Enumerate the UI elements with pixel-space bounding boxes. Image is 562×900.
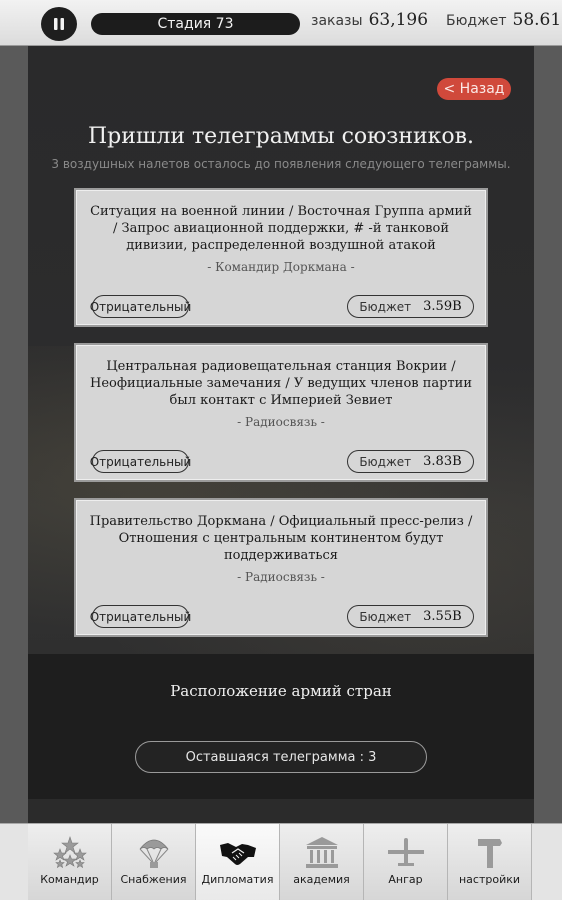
reject-button[interactable]: Отрицательный bbox=[89, 605, 192, 628]
budget-value: 58.61B bbox=[512, 10, 562, 30]
telegram-message: Правительство Доркмана / Официальный пре… bbox=[89, 514, 473, 563]
budget-button-amount: 3.55B bbox=[423, 609, 462, 624]
stage-label: Стадия 73 bbox=[157, 16, 234, 32]
reject-button[interactable]: Отрицательный bbox=[89, 295, 192, 318]
remaining-telegrams-indicator: Оставшаяся телеграмма : 3 bbox=[135, 741, 427, 773]
diplomacy-panel: < Назад Пришли телеграммы союзников. 3 в… bbox=[28, 46, 534, 823]
army-positions-title: Расположение армий стран bbox=[170, 682, 392, 700]
telegram-text: Ситуация на военной линии / Восточная Гр… bbox=[86, 203, 476, 276]
airplane-icon bbox=[387, 838, 424, 866]
nav-tab-hangar[interactable]: Ангар bbox=[364, 824, 448, 900]
telegram-card: Правительство Доркмана / Официальный пре… bbox=[74, 498, 488, 637]
resource-stats: заказы 63,196 Бюджет 58.61B bbox=[311, 10, 562, 36]
orders-label: заказы bbox=[311, 13, 363, 29]
telegram-text: Правительство Доркмана / Официальный пре… bbox=[86, 513, 476, 586]
reject-button[interactable]: Отрицательный bbox=[89, 450, 192, 473]
back-label: < Назад bbox=[443, 81, 505, 97]
orders-value: 63,196 bbox=[368, 10, 429, 30]
nav-tab-commander[interactable]: Командир bbox=[28, 824, 112, 900]
pause-button[interactable] bbox=[41, 7, 77, 41]
telegram-card: Ситуация на военной линии / Восточная Гр… bbox=[74, 188, 488, 327]
stars-icon bbox=[52, 836, 87, 869]
army-positions-section: Расположение армий стран Оставшаяся теле… bbox=[28, 654, 534, 799]
back-button[interactable]: < Назад bbox=[437, 78, 511, 100]
telegram-message: Ситуация на военной линии / Восточная Гр… bbox=[90, 204, 472, 253]
budget-label: Бюджет bbox=[446, 13, 507, 29]
nav-label: академия bbox=[293, 873, 350, 886]
budget-button-label: Бюджет bbox=[359, 609, 412, 624]
nav-tab-diplomacy[interactable]: Дипломатия bbox=[196, 824, 280, 900]
top-status-bar: Стадия 73 заказы 63,196 Бюджет 58.61B bbox=[0, 0, 562, 46]
page-subtitle: 3 воздушных налетов осталось до появлени… bbox=[51, 157, 511, 171]
accept-budget-button[interactable]: Бюджет 3.55B bbox=[347, 605, 474, 628]
telegram-sender: - Радиосвязь - bbox=[237, 570, 325, 584]
reject-label: Отрицательный bbox=[89, 609, 192, 624]
nav-tab-academy[interactable]: академия bbox=[280, 824, 364, 900]
budget-button-amount: 3.83B bbox=[423, 454, 462, 469]
nav-label: Командир bbox=[40, 873, 99, 886]
nav-label: настройки bbox=[458, 873, 521, 886]
bottom-navigation: Командир Снабжения Дипломатия академия А… bbox=[0, 823, 562, 900]
handshake-icon bbox=[219, 843, 256, 865]
panel-footer-strip bbox=[28, 799, 534, 823]
nav-label: Дипломатия bbox=[201, 873, 274, 886]
telegram-sender: - Радиосвязь - bbox=[237, 415, 325, 429]
nav-label: Снабжения bbox=[120, 873, 187, 886]
reject-label: Отрицательный bbox=[89, 454, 192, 469]
budget-button-amount: 3.59B bbox=[423, 299, 462, 314]
nav-tab-supplies[interactable]: Снабжения bbox=[112, 824, 196, 900]
telegram-message: Центральная радиовещательная станция Вок… bbox=[90, 359, 472, 408]
telegram-card: Центральная радиовещательная станция Вок… bbox=[74, 343, 488, 482]
telegram-sender: - Командир Доркмана - bbox=[207, 260, 355, 274]
parachute-icon bbox=[139, 839, 168, 868]
accept-budget-button[interactable]: Бюджет 3.83B bbox=[347, 450, 474, 473]
budget-button-label: Бюджет bbox=[359, 299, 412, 314]
accept-budget-button[interactable]: Бюджет 3.59B bbox=[347, 295, 474, 318]
pause-icon bbox=[54, 18, 64, 30]
budget-button-label: Бюджет bbox=[359, 454, 412, 469]
nav-tab-settings[interactable]: настройки bbox=[448, 824, 532, 900]
page-title: Пришли телеграммы союзников. bbox=[87, 124, 475, 149]
nav-label: Ангар bbox=[388, 873, 423, 886]
reject-label: Отрицательный bbox=[89, 299, 192, 314]
remaining-telegrams-label: Оставшаяся телеграмма : 3 bbox=[185, 749, 377, 765]
hammer-icon bbox=[477, 839, 502, 868]
telegram-text: Центральная радиовещательная станция Вок… bbox=[86, 358, 476, 431]
stage-indicator: Стадия 73 bbox=[91, 13, 300, 35]
academy-building-icon bbox=[305, 837, 338, 868]
